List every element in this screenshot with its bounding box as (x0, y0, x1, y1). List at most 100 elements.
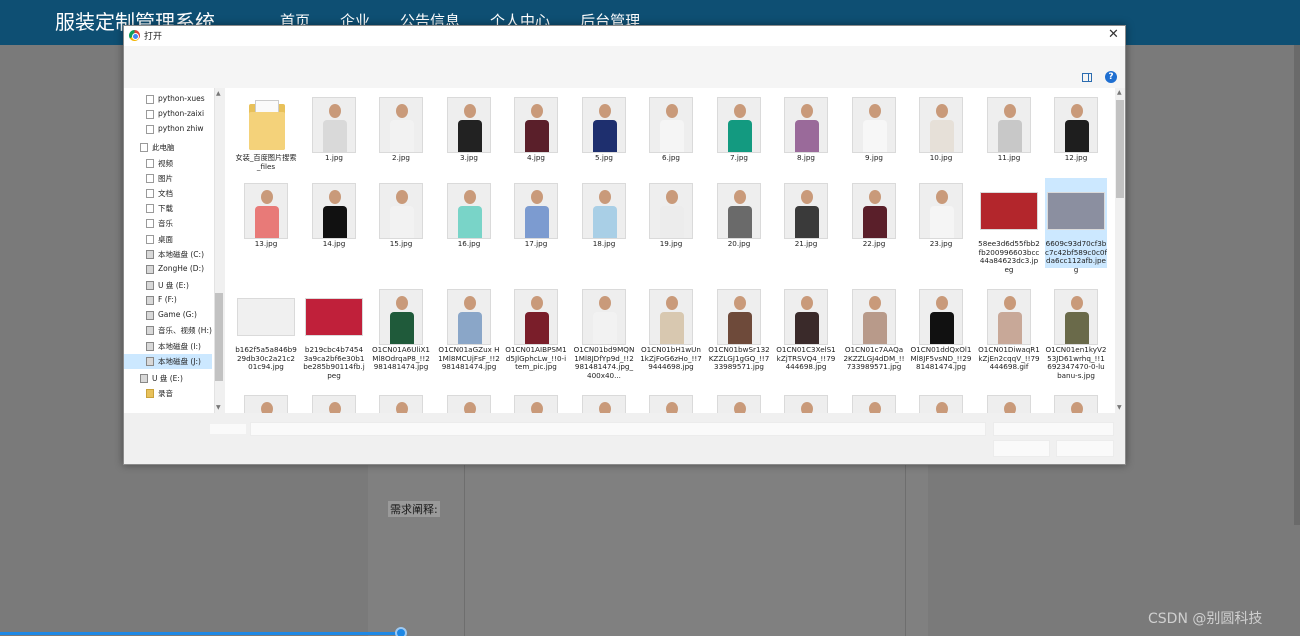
file-item[interactable]: 11.jpg (978, 92, 1040, 182)
nav-item[interactable]: 音乐 (124, 216, 212, 231)
nav-item[interactable]: python-xues (124, 92, 212, 107)
file-item[interactable]: 20.jpg (708, 178, 770, 268)
image-thumbnail (514, 395, 558, 413)
file-item[interactable]: O1CN01ddQxOl1Ml8JF5vsND_!!2981481474.jpg (910, 284, 972, 374)
file-item[interactable]: 21.jpg (775, 178, 837, 268)
file-scroll-up-icon[interactable]: ▲ (1117, 89, 1122, 96)
nav-item[interactable]: F (F:) (124, 293, 212, 308)
nav-item-label: 音乐、视频 (H:) (158, 326, 212, 335)
nav-scroll-up-icon[interactable]: ▲ (216, 90, 221, 97)
file-item[interactable]: 8.jpg (775, 92, 837, 182)
page-scrollbar[interactable] (1294, 45, 1300, 525)
nav-item[interactable]: Game (G:) (124, 308, 212, 323)
nav-item[interactable]: 本地磁盘 (J:) (124, 354, 212, 369)
file-item[interactable]: 2.jpg (370, 92, 432, 182)
nav-item[interactable]: U 盘 (E:) (124, 371, 212, 386)
file-item[interactable]: 9.jpg (843, 92, 905, 182)
file-item[interactable] (843, 390, 905, 413)
file-item[interactable]: O1CN01c7AAQa2KZZLGJ4dDM_!!733989571.jpg (843, 284, 905, 374)
nav-item[interactable]: 本地磁盘 (I:) (124, 339, 212, 354)
nav-item[interactable]: 桌面 (124, 232, 212, 247)
navigation-pane: python-xues python-zaixi python zhiw 此电脑 视频图… (124, 88, 224, 413)
cancel-button[interactable] (1056, 440, 1114, 457)
file-type-select[interactable] (993, 422, 1114, 436)
file-item[interactable] (303, 390, 365, 413)
file-item[interactable]: O1CN01C3XelS1kZjTRSVQ4_!!79444698.jpg (775, 284, 837, 374)
nav-item[interactable]: 此电脑 (124, 140, 212, 155)
open-button[interactable] (993, 440, 1050, 457)
nav-item[interactable]: python zhiw (124, 122, 212, 137)
nav-item[interactable]: 本地磁盘 (C:) (124, 247, 212, 262)
nav-item[interactable]: 录音 (124, 386, 212, 401)
file-item[interactable] (505, 390, 567, 413)
file-item[interactable]: 22.jpg (843, 178, 905, 268)
file-item[interactable] (1045, 390, 1107, 413)
file-item[interactable]: O1CN01DiwaqR1kZjEn2cqqV_!!79444698.gif (978, 284, 1040, 374)
file-item[interactable] (775, 390, 837, 413)
nav-item[interactable]: U 盘 (E:) (124, 278, 212, 293)
nav-item[interactable]: 图片 (124, 171, 212, 186)
file-item[interactable]: 1.jpg (303, 92, 365, 182)
file-item[interactable] (370, 390, 432, 413)
file-item[interactable]: O1CN01bH1wUn1kZjFoG6zHo_!!79444698.jpg (640, 284, 702, 374)
image-thumbnail (312, 97, 356, 153)
folder-item[interactable]: 女装_百度图片搜索_files (235, 92, 297, 182)
file-scroll-down-icon[interactable]: ▼ (1117, 404, 1122, 411)
file-item[interactable]: 23.jpg (910, 178, 972, 268)
file-item[interactable]: 13.jpg (235, 178, 297, 268)
file-item[interactable]: 3.jpg (438, 92, 500, 182)
file-item[interactable] (235, 390, 297, 413)
file-item[interactable]: 58ee3d6d55fbb2fb200996603bcc44a84623dc3.… (978, 178, 1040, 273)
file-item[interactable]: O1CN01aGZux H1Ml8MCUjFsF_!!2981481474.jp… (438, 284, 500, 374)
filename-input[interactable] (250, 422, 986, 436)
file-scroll-thumb[interactable] (1116, 100, 1124, 198)
dialog-toolbar (124, 46, 1125, 88)
file-item[interactable]: 17.jpg (505, 178, 567, 268)
file-item[interactable] (910, 390, 972, 413)
help-icon[interactable]: ? (1105, 71, 1117, 83)
image-thumbnail (514, 289, 558, 345)
nav-scroll-down-icon[interactable]: ▼ (216, 404, 221, 411)
file-icon (146, 204, 154, 213)
file-item[interactable]: 6609c93d70cf3bc7c42bf589c0c0fda6cc112afb… (1045, 178, 1107, 273)
nav-item[interactable]: 音乐、视频 (H:) (124, 323, 212, 338)
file-item[interactable]: 5.jpg (573, 92, 635, 182)
file-item[interactable] (978, 390, 1040, 413)
file-item[interactable]: 14.jpg (303, 178, 365, 268)
view-options-icon[interactable] (1082, 73, 1092, 82)
nav-scroll-thumb[interactable] (215, 293, 223, 381)
file-item[interactable]: 12.jpg (1045, 92, 1107, 182)
file-item[interactable] (640, 390, 702, 413)
file-item[interactable]: b162f5a5a846b929db30c2a21c201c94.jpg (235, 284, 297, 374)
file-item[interactable]: O1CN01A6UliX1Ml8OdrqaP8_!!2981481474.jpg (370, 284, 432, 374)
dialog-titlebar[interactable]: 打开 ✕ (124, 26, 1125, 46)
file-item[interactable]: 15.jpg (370, 178, 432, 268)
file-item[interactable]: O1CN01bwSr132KZZLGJ1gGQ_!!733989571.jpg (708, 284, 770, 374)
file-item[interactable]: O1CN01bd9MQN1Ml8JDfYp9d_!!2981481474.jpg… (573, 284, 635, 379)
image-thumbnail (237, 298, 295, 336)
close-icon[interactable]: ✕ (1108, 27, 1119, 42)
file-item[interactable]: 7.jpg (708, 92, 770, 182)
file-item[interactable]: 19.jpg (640, 178, 702, 268)
nav-item-label: 桌面 (158, 235, 173, 244)
progress-handle[interactable] (395, 627, 407, 636)
file-item[interactable]: 10.jpg (910, 92, 972, 182)
file-item[interactable]: 6.jpg (640, 92, 702, 182)
nav-item[interactable]: 视频 (124, 156, 212, 171)
file-item[interactable]: O1CN01AIBPSM1d5JlGphcLw_!!0-item_pic.jpg (505, 284, 567, 374)
nav-item[interactable]: python-zaixi (124, 107, 212, 122)
nav-item[interactable]: ZongHe (D:) (124, 262, 212, 277)
file-item[interactable] (708, 390, 770, 413)
file-item[interactable]: O1CN01en1kyV253JD61wrhq_!!1692347470-0-l… (1045, 284, 1107, 379)
file-item[interactable]: 18.jpg (573, 178, 635, 268)
file-item[interactable] (438, 390, 500, 413)
file-item[interactable] (573, 390, 635, 413)
file-item[interactable]: b219cbc4b74543a9ca2bf6e30b1be285b90114fb… (303, 284, 365, 379)
file-item[interactable]: 16.jpg (438, 178, 500, 268)
nav-item[interactable]: 下载 (124, 201, 212, 216)
drive-icon (146, 281, 154, 290)
nav-item-label: python zhiw (158, 124, 204, 133)
nav-item[interactable]: 文档 (124, 186, 212, 201)
file-name: O1CN01A6UliX1Ml8OdrqaP8_!!2981481474.jpg (371, 346, 430, 371)
file-item[interactable]: 4.jpg (505, 92, 567, 182)
